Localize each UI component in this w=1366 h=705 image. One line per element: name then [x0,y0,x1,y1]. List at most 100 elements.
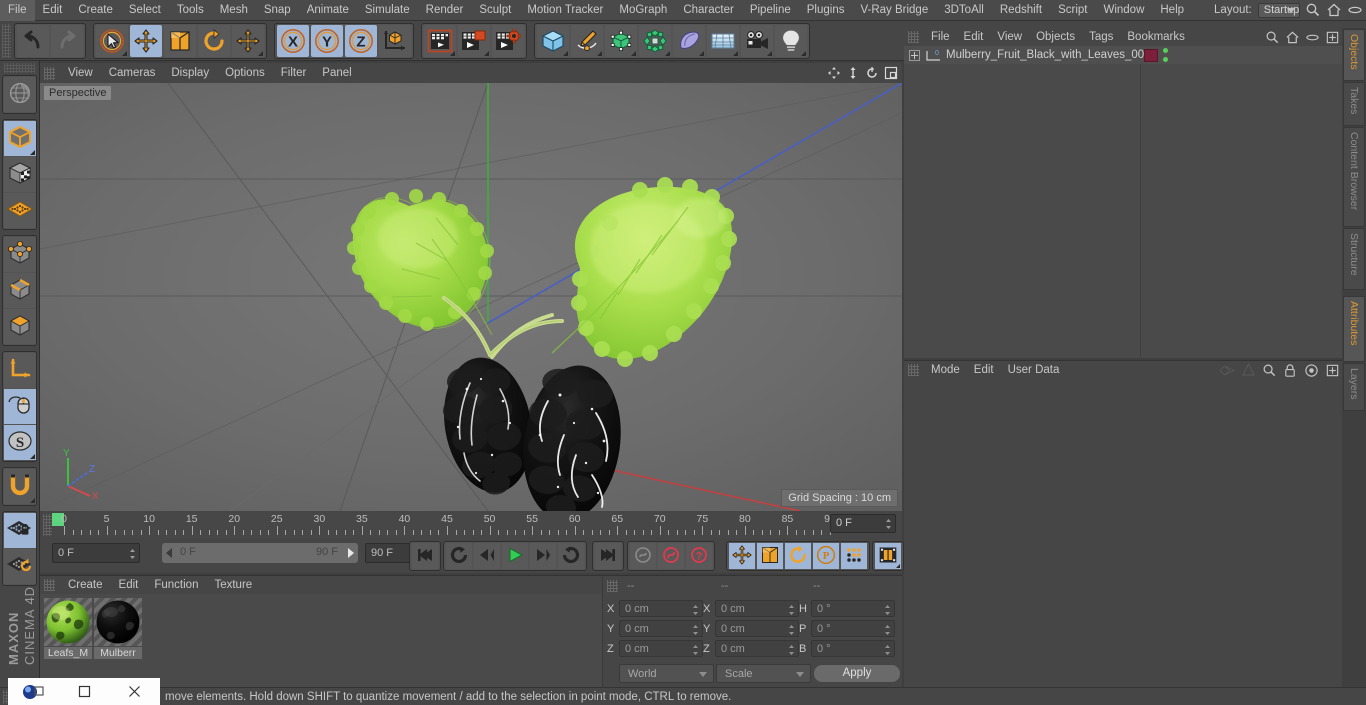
timeline-grip[interactable] [43,514,52,536]
expand-corner-icon[interactable] [563,50,568,56]
attribute-content[interactable] [904,379,1342,705]
material-menu-edit[interactable]: Edit [111,576,147,594]
spinner-icon[interactable] [692,624,699,636]
menu-simulate[interactable]: Simulate [357,0,418,21]
coord-input-b-2[interactable]: 0 ° [811,640,895,657]
coord-input-x-0[interactable]: 0 cm [619,600,703,617]
expand-corner-icon[interactable] [665,50,670,56]
spinner-icon[interactable] [788,644,795,656]
menu-create[interactable]: Create [70,0,121,21]
dolly-view-icon[interactable] [845,65,861,81]
left-palette-grip[interactable] [4,63,35,73]
edges-mode-button[interactable] [4,273,36,308]
spinner-icon[interactable] [884,644,891,656]
generator-button[interactable] [605,24,637,57]
visibility-dots[interactable] [1163,48,1168,66]
expand-corner-icon[interactable] [767,50,772,56]
globe-undo-button[interactable] [4,77,36,112]
magnet-button[interactable] [4,469,36,504]
coordinates-grip[interactable] [607,580,618,592]
menu-script[interactable]: Script [1050,0,1095,21]
attribute-menu-user-data[interactable]: User Data [1001,361,1067,379]
expand-corner-icon[interactable] [699,50,704,56]
attribute-menu-mode[interactable]: Mode [924,361,967,379]
pla-key-button[interactable] [841,543,867,569]
render-settings-button[interactable] [492,24,524,57]
spinner-icon[interactable] [788,604,795,616]
coord-input-y-0[interactable]: 0 cm [619,620,703,637]
menu-redshift[interactable]: Redshift [992,0,1050,21]
target-icon[interactable] [1303,362,1319,378]
expand-corner-icon[interactable] [30,454,35,459]
coord-input-h-2[interactable]: 0 ° [811,600,895,617]
object-menu-edit[interactable]: Edit [957,28,991,46]
home-icon[interactable] [1326,2,1342,18]
spinner-icon[interactable] [884,624,891,636]
y-axis-button[interactable]: Y [311,24,343,57]
attribute-manager-grip[interactable] [908,364,919,376]
world-coordinates-button[interactable] [379,24,411,57]
expand-corner-icon[interactable] [484,50,489,56]
tab-attributes[interactable]: Attributes [1343,296,1365,362]
menu-render[interactable]: Render [418,0,472,21]
menu-mesh[interactable]: Mesh [212,0,256,21]
viewport-solo-button[interactable] [4,389,36,424]
rotate-button[interactable] [198,24,230,57]
axis-mode-button[interactable] [4,353,36,388]
soft-selection-button[interactable]: S [4,425,36,460]
record-keyframe-disabled-button[interactable] [630,543,656,569]
expand-corner-icon[interactable] [597,50,602,56]
material-preview[interactable] [44,598,92,646]
material-manager-grip[interactable] [44,579,55,591]
menu-snap[interactable]: Snap [256,0,299,21]
go-to-end-button[interactable] [595,543,621,569]
frame-field[interactable]: 0 F [52,543,140,563]
keyframe-selection-button[interactable]: ? [686,543,712,569]
interpolation-icon[interactable] [1219,362,1235,378]
spinner-icon[interactable] [692,644,699,656]
model-mode-button[interactable] [4,121,36,156]
x-axis-button[interactable]: X [277,24,309,57]
material-item[interactable]: Mulberr [94,598,142,688]
rotate-view-icon[interactable] [864,65,880,81]
expand-corner-icon[interactable] [30,498,35,503]
coord-input-p-2[interactable]: 0 ° [811,620,895,637]
tab-structure[interactable]: Structure [1343,228,1365,290]
coord-input-z-0[interactable]: 0 cm [619,640,703,657]
add-tab-icon[interactable] [1324,362,1340,378]
expand-corner-icon[interactable] [258,50,263,56]
material-preview[interactable] [94,598,142,646]
size-mode-select[interactable]: Scale [716,664,811,683]
expand-corner-icon[interactable] [30,150,35,155]
environment-button[interactable] [673,24,705,57]
points-mode-button[interactable] [4,237,36,272]
floor-button[interactable] [707,24,739,57]
live-selection-button[interactable] [96,24,128,57]
workplane-mode-button[interactable] [4,193,36,228]
coord-input-y-1[interactable]: 0 cm [715,620,799,637]
material-menu-texture[interactable]: Texture [206,576,260,594]
expand-toggle-icon[interactable] [909,49,920,61]
cube-primitive-button[interactable] [537,24,569,57]
menu-mograph[interactable]: MoGraph [611,0,675,21]
texture-mode-button[interactable] [4,157,36,192]
layout-select[interactable]: Startup [1257,2,1301,18]
viewport-menu-display[interactable]: Display [163,63,217,83]
range-left-arrow-icon[interactable] [166,548,172,558]
menu-window[interactable]: Window [1095,0,1152,21]
material-menu-create[interactable]: Create [60,576,111,594]
viewport-grip[interactable] [44,66,55,80]
go-to-start-button[interactable] [412,543,438,569]
home-icon[interactable] [1284,29,1300,45]
viewport-menu-filter[interactable]: Filter [273,63,315,83]
workplane-lock-button[interactable] [4,513,36,548]
menu-animate[interactable]: Animate [299,0,357,21]
object-manager-grip[interactable] [908,31,919,43]
material-list[interactable]: Leafs_M Mulberr [40,594,602,688]
play-reverse-loop-button[interactable] [446,543,472,569]
position-key-button[interactable] [729,543,755,569]
redo-button[interactable] [51,24,83,57]
spinner-icon[interactable] [884,604,891,616]
range-right-arrow-icon[interactable] [348,548,354,558]
viewport-menu-cameras[interactable]: Cameras [101,63,164,83]
